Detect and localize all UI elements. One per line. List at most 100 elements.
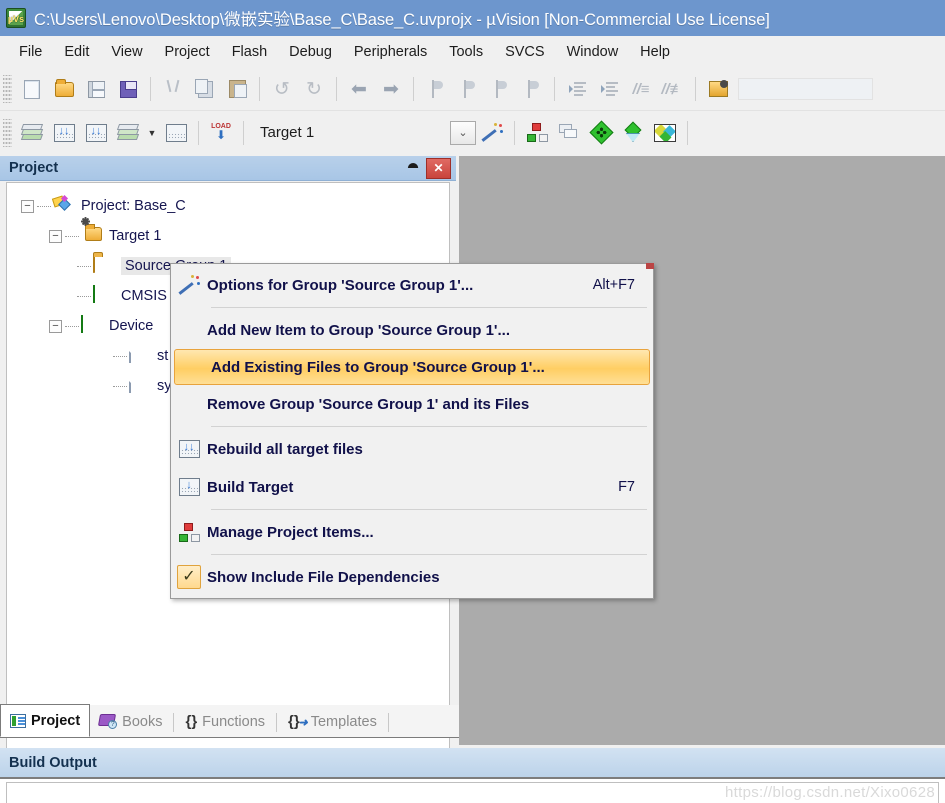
uvision-logo-icon: µVs — [6, 8, 26, 28]
project-icon — [51, 194, 75, 216]
menu-item-view[interactable]: View — [100, 40, 153, 64]
menu-item-flash[interactable]: Flash — [221, 40, 278, 64]
batch-build-icon[interactable] — [112, 117, 144, 149]
uncomment-icon[interactable]: //≢ — [657, 73, 689, 105]
tree-node-label: Project: Base_C — [81, 198, 186, 214]
toolbar-separator — [259, 77, 260, 101]
tree-node-project[interactable]: − Project: Base_C — [13, 191, 449, 221]
menu-bar: File Edit View Project Flash Debug Perip… — [0, 36, 945, 68]
batch-build-dropdown-icon[interactable]: ▼ — [144, 117, 160, 149]
menu-item-project[interactable]: Project — [154, 40, 221, 64]
comment-icon[interactable]: //≡ — [625, 73, 657, 105]
menu-item-svcs[interactable]: SVCS — [494, 40, 556, 64]
expander-icon[interactable]: − — [21, 199, 34, 213]
toolbar-separator — [413, 77, 414, 101]
menu-separator — [211, 426, 647, 427]
tab-separator — [387, 713, 389, 732]
menu-item-manage-project-items[interactable]: Manage Project Items... — [171, 513, 653, 551]
paste-icon[interactable] — [221, 73, 253, 105]
navigate-forward-icon[interactable]: ➡ — [375, 73, 407, 105]
clear-bookmarks-icon[interactable] — [516, 73, 548, 105]
redo-icon[interactable]: ↻ — [298, 73, 330, 105]
save-all-icon[interactable] — [112, 73, 144, 105]
tree-connector — [113, 355, 127, 357]
rebuild-all-icon[interactable]: ↓↓ — [80, 117, 112, 149]
menu-item-help[interactable]: Help — [629, 40, 681, 64]
menu-item-remove-group[interactable]: Remove Group 'Source Group 1' and its Fi… — [171, 385, 653, 423]
previous-bookmark-icon[interactable] — [452, 73, 484, 105]
pack-installer-icon[interactable] — [649, 117, 681, 149]
tree-node-target[interactable]: − Target 1 — [13, 217, 449, 251]
manage-run-time-environment-icon[interactable] — [585, 117, 617, 149]
menu-item-options-for-group[interactable]: Options for Group 'Source Group 1'... Al… — [171, 266, 653, 304]
tree-node-label: Device — [109, 318, 154, 334]
rebuild-icon: ↓↓ — [171, 440, 207, 458]
toolbar-separator — [687, 120, 688, 145]
search-input[interactable] — [738, 78, 873, 100]
menu-item-build-target[interactable]: ↓ Build Target F7 — [171, 468, 653, 506]
open-file-icon[interactable] — [48, 73, 80, 105]
project-panel-title: Project — [9, 160, 59, 176]
menu-separator — [211, 509, 647, 510]
indent-icon[interactable] — [561, 73, 593, 105]
build-target-icon[interactable]: ↓↓ — [48, 117, 80, 149]
outdent-icon[interactable] — [593, 73, 625, 105]
menu-item-label: Manage Project Items... — [207, 523, 374, 541]
tree-connector — [77, 265, 91, 267]
navigate-back-icon[interactable]: ⬅ — [343, 73, 375, 105]
books-icon: ? — [98, 714, 118, 729]
tree-connector — [77, 295, 91, 297]
target-options-icon[interactable] — [476, 117, 508, 149]
multi-project-icon[interactable] — [553, 117, 585, 149]
save-icon[interactable] — [80, 73, 112, 105]
pin-icon[interactable]: ⯊ — [404, 159, 422, 177]
manage-project-items-icon[interactable] — [521, 117, 553, 149]
tab-label: Books — [122, 713, 163, 730]
tab-functions[interactable]: {} Functions — [176, 706, 274, 737]
toggle-bookmark-icon[interactable] — [420, 73, 452, 105]
expander-icon[interactable]: − — [49, 229, 62, 243]
toolbar-separator — [243, 120, 244, 145]
cut-icon[interactable] — [157, 73, 189, 105]
menu-item-edit[interactable]: Edit — [53, 40, 100, 64]
download-icon[interactable]: LOAD ⬇ — [205, 117, 237, 149]
target-options-icon — [171, 275, 207, 295]
copy-icon[interactable] — [189, 73, 221, 105]
menu-item-tools[interactable]: Tools — [438, 40, 494, 64]
menu-item-peripherals[interactable]: Peripherals — [343, 40, 438, 64]
toolbar-grip[interactable] — [3, 118, 12, 147]
folder-icon — [93, 255, 115, 276]
menu-item-add-existing-files[interactable]: Add Existing Files to Group 'Source Grou… — [174, 349, 650, 385]
close-icon[interactable]: ✕ — [426, 157, 451, 179]
target-selector-value[interactable]: Target 1 — [260, 124, 450, 141]
expander-icon[interactable]: − — [49, 319, 62, 333]
menu-item-debug[interactable]: Debug — [278, 40, 343, 64]
title-bar: µVs C:\Users\Lenovo\Desktop\微嵌实验\Base_C\… — [0, 0, 945, 36]
translate-file-icon[interactable] — [16, 117, 48, 149]
menu-item-label: Options for Group 'Source Group 1'... — [207, 276, 474, 294]
select-software-packs-icon[interactable] — [617, 117, 649, 149]
menu-item-accelerator: F7 — [618, 479, 635, 495]
menu-item-add-new-item[interactable]: Add New Item to Group 'Source Group 1'..… — [171, 311, 653, 349]
target-dropdown-icon[interactable]: ⌄ — [450, 120, 476, 145]
next-bookmark-icon[interactable] — [484, 73, 516, 105]
menu-item-show-include-file-dependencies[interactable]: ✓ Show Include File Dependencies — [171, 558, 653, 596]
tab-label: Functions — [202, 713, 266, 730]
menu-item-file[interactable]: File — [8, 40, 53, 64]
tree-connector — [65, 325, 79, 327]
tab-project[interactable]: Project — [0, 704, 91, 737]
toolbar-separator — [695, 77, 696, 101]
tab-books[interactable]: ? Books — [90, 706, 171, 737]
undo-icon[interactable]: ↺ — [266, 73, 298, 105]
tab-separator — [173, 713, 175, 732]
menu-item-rebuild-all-target-files[interactable]: ↓↓ Rebuild all target files — [171, 430, 653, 468]
menu-separator — [211, 554, 647, 555]
new-file-icon[interactable] — [16, 73, 48, 105]
menu-item-window[interactable]: Window — [556, 40, 630, 64]
tab-templates[interactable]: {} ➜ Templates — [279, 706, 386, 737]
toolbar-grip[interactable] — [3, 75, 12, 103]
find-in-files-icon[interactable] — [702, 73, 734, 105]
window-title: C:\Users\Lenovo\Desktop\微嵌实验\Base_C\Base… — [34, 11, 770, 29]
stop-build-icon[interactable] — [160, 117, 192, 149]
tab-separator — [276, 713, 278, 732]
